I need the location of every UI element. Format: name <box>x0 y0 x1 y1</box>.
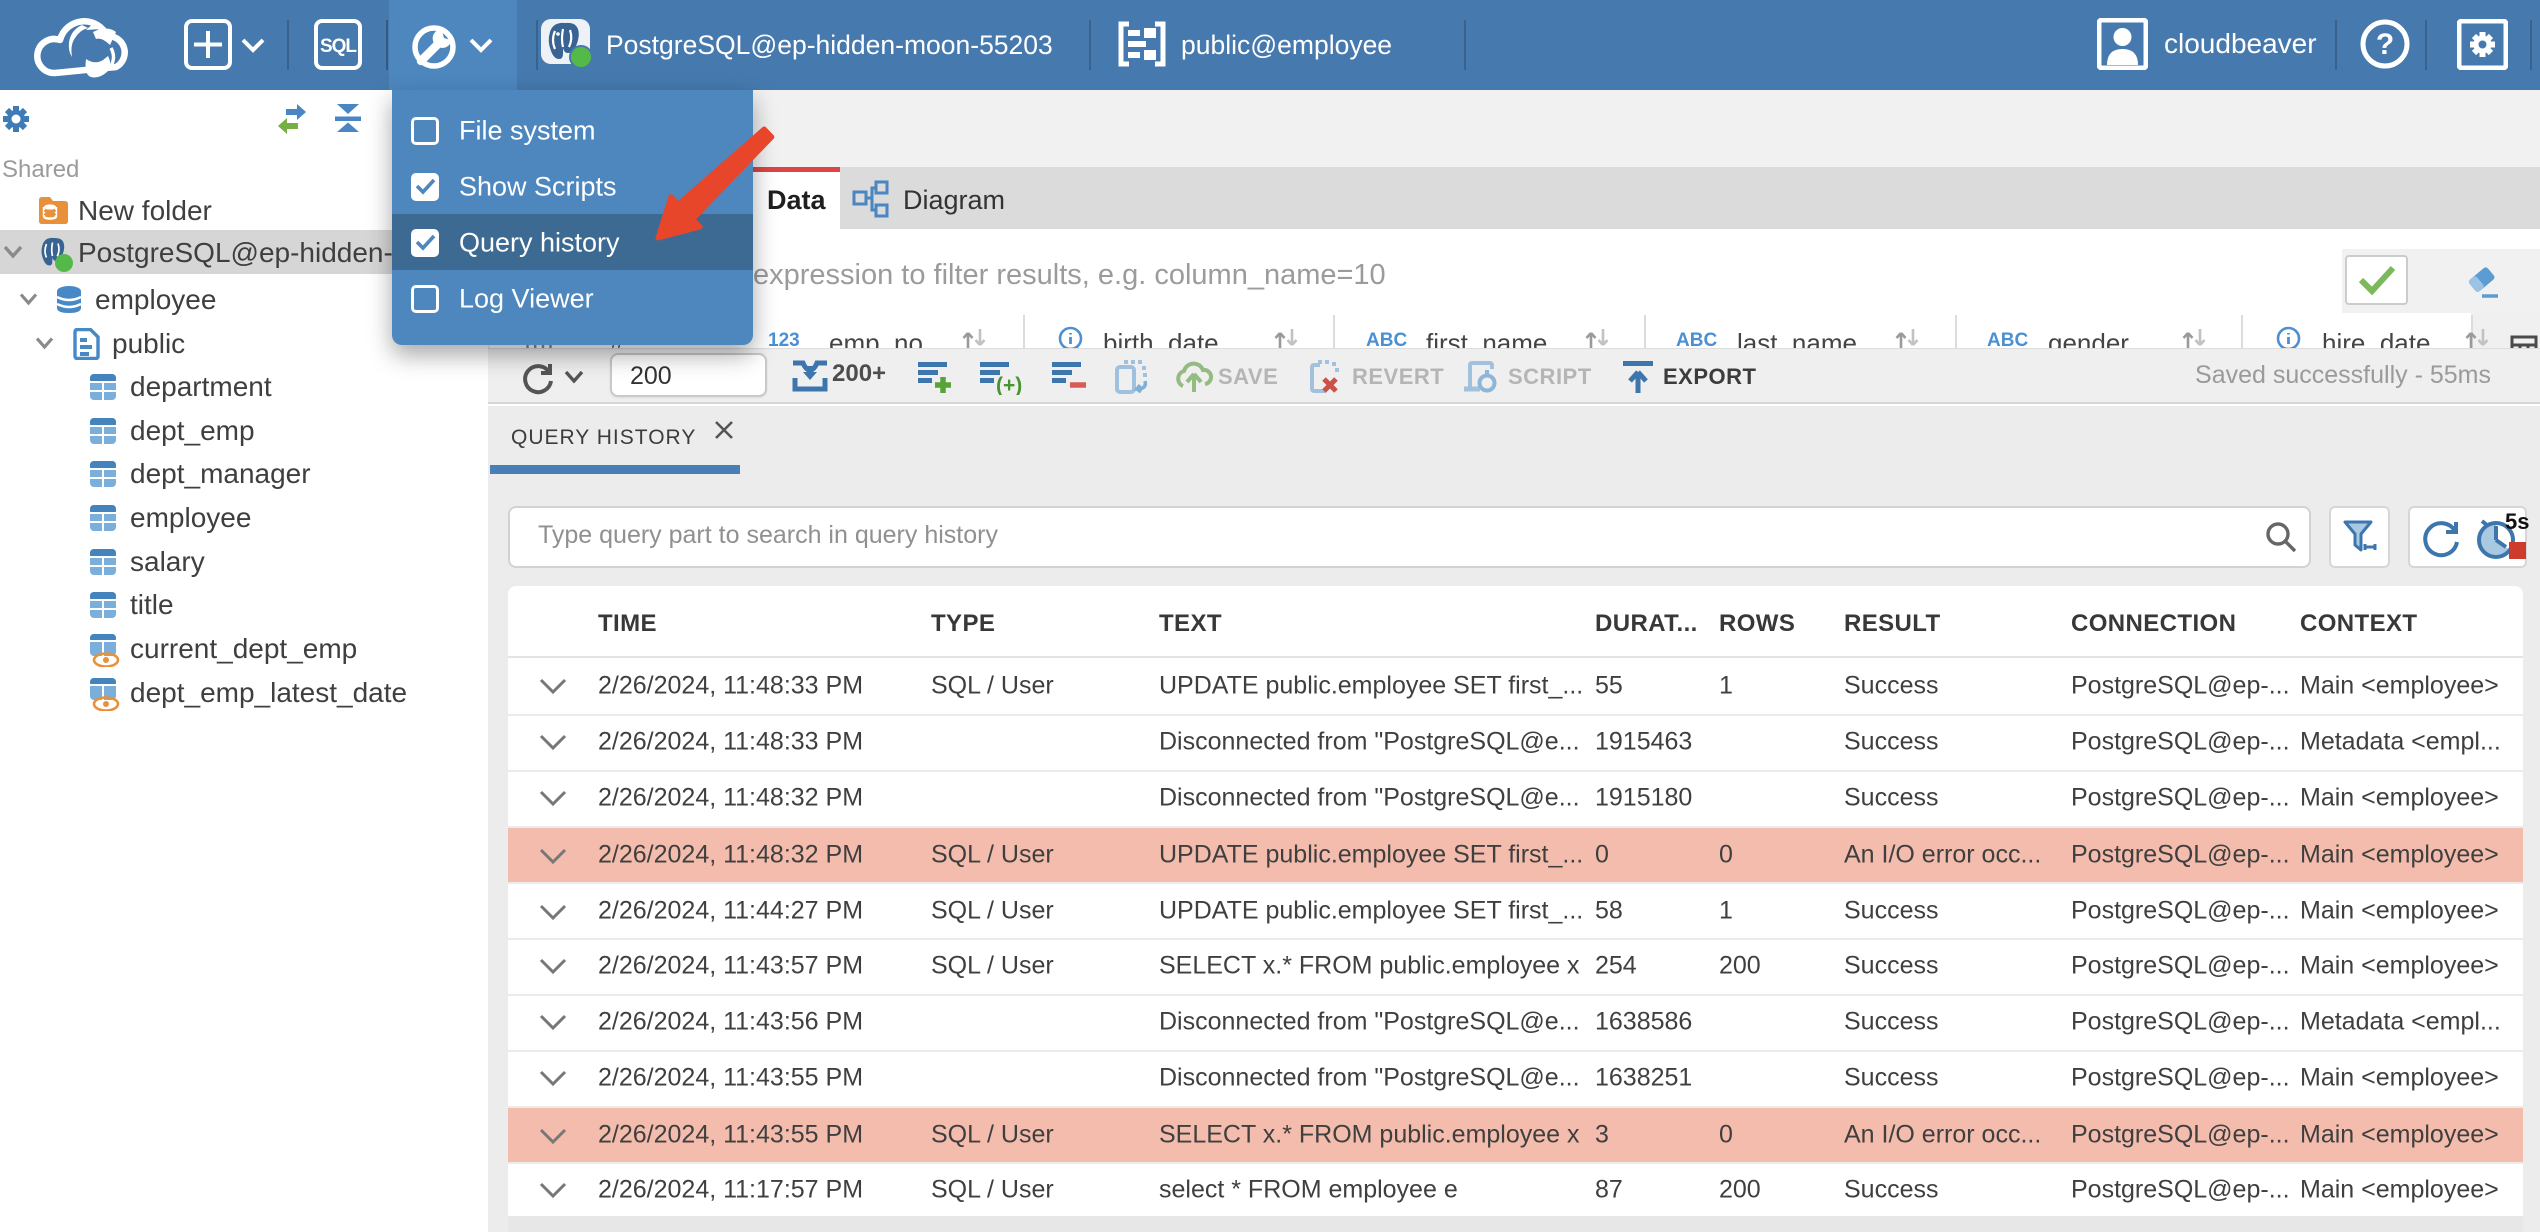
svg-text:(+): (+) <box>996 374 1022 395</box>
svg-text:?: ? <box>2376 28 2394 61</box>
svg-text:SQL: SQL <box>320 36 357 57</box>
svg-text:5s: 5s <box>2505 509 2529 534</box>
